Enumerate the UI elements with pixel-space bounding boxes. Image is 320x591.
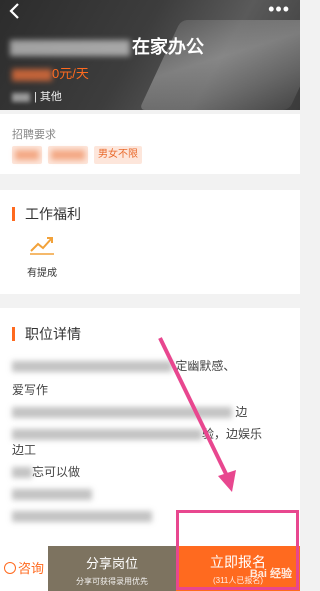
chevron-left-icon (9, 3, 19, 19)
detail-text-line: 忘可以做 (12, 464, 80, 480)
back-button[interactable] (8, 2, 32, 22)
welfare-label: 有提成 (27, 268, 57, 279)
requirement-tag: 男女不限 (94, 146, 142, 164)
chat-icon (3, 562, 16, 574)
detail-text-line: 边工 (12, 443, 37, 457)
section-accent-bar (12, 207, 15, 221)
recruit-requirements-label: 招聘要求 (12, 129, 56, 141)
job-title: 在家办公 (10, 33, 204, 59)
detail-text-line (12, 486, 92, 502)
share-hint: 分享可获得录用优先 (76, 577, 148, 586)
blurred-text (10, 40, 130, 57)
detail-text-line: 边 (12, 404, 247, 420)
job-header: ••• 在家办公 0元/天 | 其他 (0, 0, 300, 110)
share-label: 分享岗位 (85, 556, 138, 571)
apply-now-button[interactable]: 立即报名 (311人已报名) Bai 经验 (176, 546, 300, 591)
watermark: Bai 经验 (249, 568, 292, 580)
welfare-item: 有提成 (22, 234, 62, 279)
welfare-heading: 工作福利 (12, 204, 81, 224)
job-salary: 0元/天 (12, 63, 89, 82)
job-meta: | 其他 (12, 88, 62, 104)
welfare-card: 工作福利 有提成 (0, 190, 300, 294)
job-detail-card: 职位详情 定幽默感、 爱写作 边 验，边娱乐 边工 忘可以做 (0, 308, 300, 548)
more-dots-icon: ••• (268, 0, 290, 19)
recruit-requirements-card: 招聘要求 男女不限 (0, 114, 300, 174)
blurred-text (12, 68, 52, 81)
blurred-text (12, 92, 30, 102)
share-job-button[interactable]: 分享岗位 分享可获得录用优先 (48, 546, 176, 591)
requirement-tag (48, 146, 88, 164)
detail-text-line: 验，边娱乐 (12, 426, 262, 442)
detail-heading: 职位详情 (12, 324, 81, 344)
section-accent-bar (12, 327, 15, 341)
detail-text-line (12, 508, 152, 524)
more-button[interactable]: ••• (268, 0, 290, 18)
trending-chart-icon (30, 237, 54, 255)
detail-text-line: 定幽默感、 (12, 358, 235, 374)
bottom-action-bar: 咨询 分享岗位 分享可获得录用优先 立即报名 (311人已报名) Bai 经验 (0, 546, 300, 591)
consult-button[interactable]: 咨询 (0, 546, 48, 591)
detail-text-line: 爱写作 (12, 383, 49, 397)
requirement-tag (12, 146, 42, 164)
